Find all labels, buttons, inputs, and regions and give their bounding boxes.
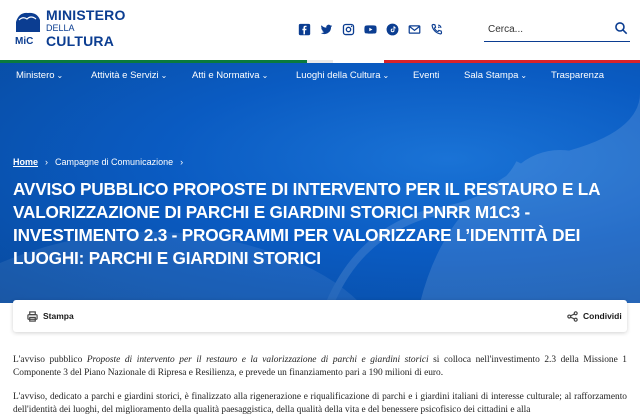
site-header: MiC MINISTERO DELLA CULTURA [0, 0, 640, 60]
search-icon[interactable] [614, 21, 628, 35]
instagram-icon[interactable] [341, 22, 356, 37]
chevron-right-icon: › [45, 157, 49, 167]
hero-banner: Ministero ⌄ Attività e Servizi ⌄ Atti e No… [0, 63, 640, 303]
nav-item-attivita-servizi[interactable]: Attività e Servizi ⌄ [91, 70, 167, 81]
logo-mark-text: MiC [15, 36, 33, 47]
printer-icon [27, 310, 38, 322]
nav-item-label: Trasparenza [551, 70, 604, 81]
breadcrumb: Home › Campagne di Comunicazione › [13, 157, 190, 167]
youtube-icon[interactable] [363, 22, 378, 37]
tiktok-icon[interactable] [385, 22, 400, 37]
chevron-down-icon: ⌄ [520, 71, 528, 80]
nav-item-label: Ministero [16, 70, 55, 81]
paragraph-italic-text: Proposte di intervento per il restauro e… [86, 355, 429, 365]
nav-item-sala-stampa[interactable]: Sala Stampa ⌄ [464, 70, 527, 81]
search-box[interactable] [484, 18, 630, 42]
nav-item-luoghi-cultura[interactable]: Luoghi della Cultura ⌄ [296, 70, 389, 81]
mail-icon[interactable] [407, 22, 422, 37]
chevron-down-icon: ⌄ [261, 71, 269, 80]
nav-item-label: Sala Stampa [464, 70, 519, 81]
chevron-down-icon: ⌄ [160, 71, 168, 80]
social-links [297, 22, 444, 38]
logo-line-3: CULTURA [46, 33, 115, 49]
article-body: L'avviso pubblico Proposte di intervento… [13, 354, 627, 420]
nav-item-atti-normativa[interactable]: Atti e Normativa ⌄ [192, 70, 268, 81]
logo-line-2: DELLA [46, 23, 75, 33]
share-label: Condividi [583, 311, 622, 321]
twitter-icon[interactable] [319, 22, 334, 37]
breadcrumb-home-link[interactable]: Home [13, 157, 38, 167]
nav-item-trasparenza[interactable]: Trasparenza [551, 70, 604, 81]
nav-item-ministero[interactable]: Ministero ⌄ [16, 70, 63, 81]
nav-item-label: Eventi [413, 70, 440, 81]
page-toolbar: Stampa Condividi [13, 300, 627, 332]
nav-item-label: Attività e Servizi [91, 70, 159, 81]
share-icon [567, 310, 578, 322]
breadcrumb-current[interactable]: Campagne di Comunicazione [55, 157, 173, 167]
nav-item-label: Atti e Normativa [192, 70, 260, 81]
chevron-right-icon: › [180, 157, 184, 167]
paragraph-text: L'avviso pubblico [13, 355, 87, 365]
mic-logo-icon: MiC [15, 12, 40, 47]
search-input[interactable] [488, 20, 606, 38]
logo-text: MINISTERO DELLA CULTURA [46, 8, 126, 48]
ministry-logo[interactable]: MiC MINISTERO DELLA CULTURA [13, 8, 125, 52]
facebook-icon[interactable] [297, 22, 312, 37]
paragraph-2: L'avviso, dedicato a parchi e giardini s… [13, 392, 627, 415]
print-label: Stampa [43, 311, 74, 321]
nav-item-label: Luoghi della Cultura [296, 70, 381, 81]
logo-line-1: MINISTERO [46, 7, 126, 23]
main-nav: Ministero ⌄ Attività e Servizi ⌄ Atti e No… [0, 63, 640, 91]
nav-item-eventi[interactable]: Eventi [413, 70, 439, 81]
chevron-down-icon: ⌄ [56, 71, 64, 80]
chevron-down-icon: ⌄ [382, 71, 390, 80]
paragraph-1: L'avviso pubblico Proposte di intervento… [13, 354, 627, 380]
page-title: AVVISO PUBBLICO PROPOSTE DI INTERVENTO P… [13, 179, 600, 268]
phone-icon[interactable] [429, 22, 444, 37]
share-button[interactable]: Condividi [567, 300, 622, 332]
print-button[interactable]: Stampa [27, 300, 74, 332]
